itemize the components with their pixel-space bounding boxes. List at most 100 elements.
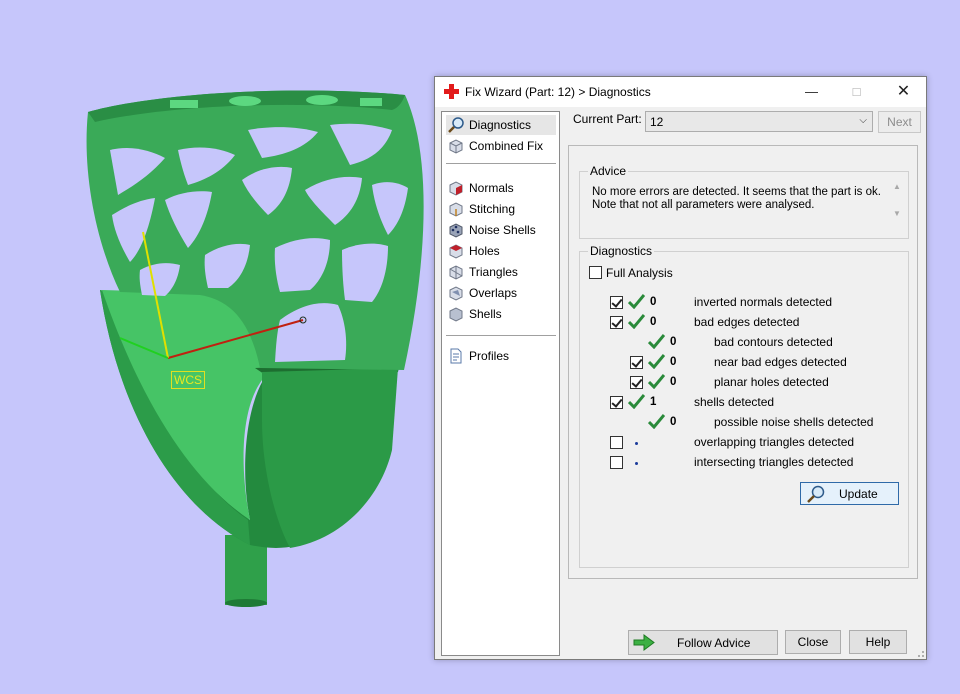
- current-part-select[interactable]: 12 ⌵: [645, 111, 873, 132]
- green-check-icon: [628, 314, 645, 329]
- planar-holes-label: planar holes detected: [714, 375, 829, 389]
- shells-label: shells detected: [694, 395, 775, 409]
- magnifier-icon: [807, 485, 825, 503]
- advice-scrollbar[interactable]: ▲ ▼: [890, 182, 904, 228]
- fix-wizard-dialog: Fix Wizard (Part: 12) > Diagnostics — □ …: [434, 76, 927, 660]
- noise-shells-icon: [449, 223, 463, 238]
- bad-edges-count: 0: [650, 316, 657, 328]
- noise-shells-label: possible noise shells detected: [714, 415, 874, 429]
- overlapping-triangles-label: overlapping triangles detected: [694, 435, 855, 449]
- help-button[interactable]: Help: [849, 630, 907, 654]
- nav-label: Noise Shells: [469, 223, 536, 237]
- near-bad-edges-checkbox[interactable]: [630, 356, 643, 369]
- planar-holes-checkbox[interactable]: [630, 376, 643, 389]
- resize-grip-icon[interactable]: [915, 648, 925, 658]
- intersecting-triangles-checkbox[interactable]: [610, 456, 623, 469]
- advice-text: No more errors are detected. It seems th…: [592, 186, 884, 212]
- diagnostics-title: Diagnostics: [588, 244, 655, 258]
- current-part-label: Current Part:: [573, 112, 642, 126]
- next-button[interactable]: Next: [878, 111, 921, 133]
- minimize-icon: —: [805, 84, 818, 99]
- green-check-icon: [648, 334, 665, 349]
- minimize-button[interactable]: —: [789, 77, 834, 107]
- advice-line-2: Note that not all parameters were analys…: [592, 199, 815, 211]
- nav-label: Diagnostics: [469, 118, 532, 132]
- nav-item-stitching[interactable]: Stitching: [446, 199, 556, 219]
- nav-item-normals[interactable]: Normals: [446, 178, 556, 198]
- bad-edges-checkbox[interactable]: [610, 316, 623, 329]
- current-part-value: 12: [650, 115, 664, 129]
- nav-label: Overlaps: [469, 286, 518, 300]
- nav-label: Stitching: [469, 202, 516, 216]
- near-bad-edges-count: 0: [670, 356, 677, 368]
- full-analysis-checkbox[interactable]: [589, 266, 602, 279]
- bad-contours-count: 0: [670, 336, 677, 348]
- nav-item-profiles[interactable]: Profiles: [446, 346, 556, 366]
- green-arrow-icon: [633, 634, 655, 651]
- scroll-down-icon[interactable]: ▼: [890, 209, 904, 218]
- scroll-up-icon[interactable]: ▲: [890, 182, 904, 191]
- bad-contours-label: bad contours detected: [714, 335, 833, 349]
- red-cross-icon: [444, 84, 459, 99]
- pending-dot-icon: [635, 442, 638, 445]
- inverted-normals-label: inverted normals detected: [694, 295, 833, 309]
- update-button[interactable]: Update: [800, 482, 899, 505]
- normals-cube-icon: [449, 181, 463, 196]
- maximize-button[interactable]: □: [834, 77, 879, 107]
- green-check-icon: [628, 394, 645, 409]
- document-icon: [450, 348, 462, 364]
- magnifier-icon: [448, 117, 464, 133]
- noise-shells-count: 0: [670, 416, 677, 428]
- wcs-label: WCS: [171, 371, 205, 389]
- full-analysis-label: Full Analysis: [606, 266, 673, 280]
- shells-count: 1: [650, 396, 657, 408]
- diagnostics-panel: Advice No more errors are detected. It s…: [568, 145, 918, 579]
- nav-label: Shells: [469, 307, 502, 321]
- nav-label: Profiles: [469, 349, 510, 363]
- triangles-cube-icon: [449, 265, 463, 280]
- nav-label: Normals: [469, 181, 514, 195]
- maximize-icon: □: [852, 84, 861, 99]
- follow-advice-label: Follow Advice: [677, 636, 751, 650]
- advice-group: Advice No more errors are detected. It s…: [579, 164, 909, 239]
- close-icon: ✕: [896, 83, 911, 100]
- inverted-normals-count: 0: [650, 296, 657, 308]
- nav-item-noise-shells[interactable]: Noise Shells: [446, 220, 556, 240]
- planar-holes-count: 0: [670, 376, 677, 388]
- stitching-cube-icon: [449, 202, 463, 217]
- inverted-normals-checkbox[interactable]: [610, 296, 623, 309]
- close-window-button[interactable]: ✕: [881, 77, 926, 107]
- nav-label: Triangles: [469, 265, 518, 279]
- advice-line-1: No more errors are detected. It seems th…: [592, 186, 881, 198]
- shells-cube-icon: [449, 307, 463, 322]
- nav-separator: [446, 163, 556, 164]
- green-check-icon: [648, 414, 665, 429]
- close-button[interactable]: Close: [785, 630, 841, 654]
- nav-item-diagnostics[interactable]: Diagnostics: [446, 115, 556, 135]
- bad-edges-label: bad edges detected: [694, 315, 800, 329]
- green-check-icon: [648, 354, 665, 369]
- diagnostics-group: Diagnostics Full Analysis 0 inverted nor…: [579, 244, 909, 568]
- shells-checkbox[interactable]: [610, 396, 623, 409]
- pending-dot-icon: [635, 462, 638, 465]
- chevron-down-icon: ⌵: [859, 115, 867, 126]
- near-bad-edges-label: near bad edges detected: [714, 355, 847, 369]
- nav-item-shells[interactable]: Shells: [446, 304, 556, 324]
- nav-separator: [446, 335, 556, 336]
- follow-advice-button[interactable]: Follow Advice: [628, 630, 778, 655]
- cube-icon: [449, 139, 463, 154]
- nav-item-overlaps[interactable]: Overlaps: [446, 283, 556, 303]
- advice-title: Advice: [588, 164, 629, 178]
- nav-item-triangles[interactable]: Triangles: [446, 262, 556, 282]
- nav-item-holes[interactable]: Holes: [446, 241, 556, 261]
- green-check-icon: [648, 374, 665, 389]
- nav-label: Holes: [469, 244, 500, 258]
- intersecting-triangles-label: intersecting triangles detected: [694, 455, 854, 469]
- nav-label: Combined Fix: [469, 139, 544, 153]
- nav-item-combined-fix[interactable]: Combined Fix: [446, 136, 556, 156]
- wizard-nav: Diagnostics Combined Fix Normals Stitchi…: [441, 111, 560, 656]
- overlapping-triangles-checkbox[interactable]: [610, 436, 623, 449]
- green-check-icon: [628, 294, 645, 309]
- dialog-title: Fix Wizard (Part: 12) > Diagnostics: [465, 85, 651, 99]
- title-bar[interactable]: Fix Wizard (Part: 12) > Diagnostics — □ …: [435, 77, 926, 107]
